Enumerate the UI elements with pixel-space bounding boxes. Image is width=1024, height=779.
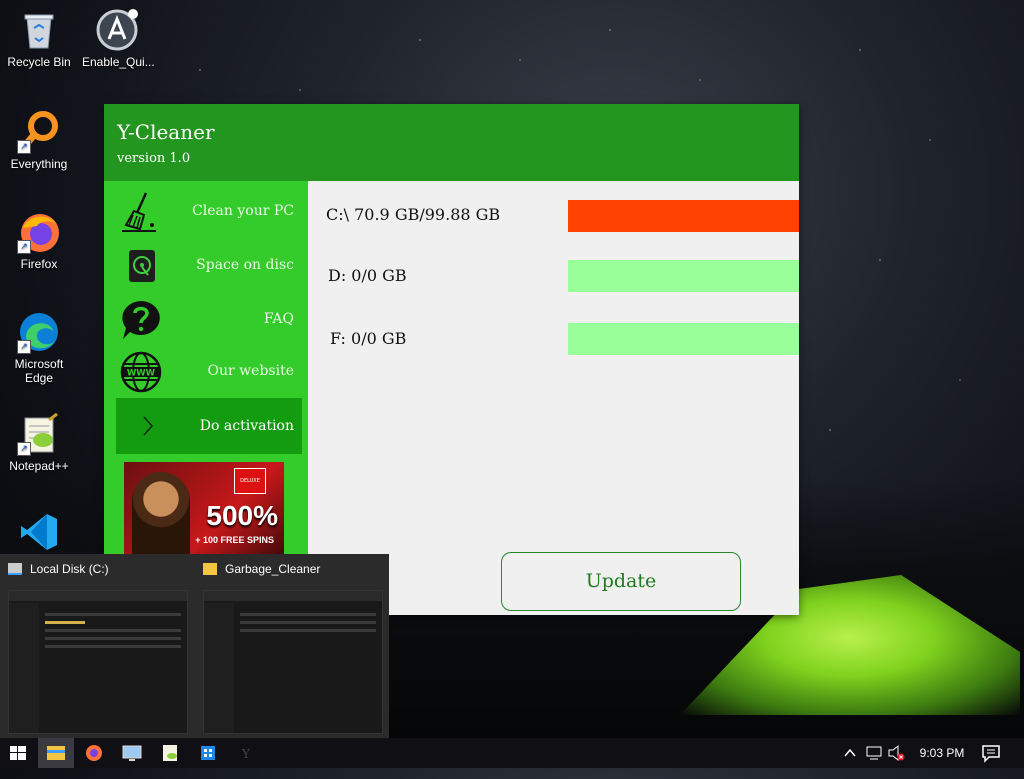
app-version: version 1.0 [117, 151, 191, 166]
preview-thumbnail [203, 590, 383, 734]
nav-faq[interactable]: FAQ [116, 293, 302, 345]
ad-subline: + 100 FREE SPINS [195, 535, 274, 545]
drive-icon [8, 563, 22, 575]
hard-drive-icon [120, 245, 162, 287]
taskbar: Y 9:03 PM [0, 738, 1024, 768]
magnifier-icon: ↗ [17, 110, 61, 154]
nav-our-website[interactable]: WWW Our website [116, 345, 302, 397]
desktop-icon-label: Firefox [20, 257, 58, 271]
nav-label: Clean your PC [192, 203, 294, 219]
drive-d-label: D: 0/0 GB [328, 266, 407, 285]
drive-f-label: F: 0/0 GB [330, 329, 407, 348]
desktop-icon-edge[interactable]: ↗ Microsoft Edge [4, 310, 74, 385]
taskbar-thumbnail-preview: Local Disk (C:) Garbage_Cleaner [0, 554, 389, 738]
nav-label: Do activation [199, 418, 294, 434]
taskbar-y-cleaner[interactable]: Y [228, 738, 264, 768]
vscode-icon [17, 510, 61, 554]
notifications-icon[interactable] [978, 738, 1004, 768]
shortcut-arrow-icon: ↗ [17, 140, 31, 154]
app-title: Y-Cleaner [117, 120, 215, 144]
casino-ad-banner[interactable]: DELUXE 500% + 100 FREE SPINS [124, 462, 284, 562]
y-cleaner-window: Y-Cleaner version 1.0 Clean your PC Spac… [104, 104, 799, 615]
svg-text:WWW: WWW [127, 369, 156, 379]
ad-headline: 500% [206, 500, 278, 531]
desktop-icon-notepadpp[interactable]: ↗ Notepad++ [4, 412, 74, 473]
nav-label: FAQ [263, 311, 294, 327]
taskbar-app-grid[interactable] [190, 738, 226, 768]
desktop-icon-recycle-bin[interactable]: Recycle Bin [4, 8, 74, 69]
nav-do-activation[interactable]: Do activation [116, 398, 302, 454]
preview-garbage-cleaner[interactable]: Garbage_Cleaner [195, 554, 389, 738]
recycle-bin-icon [17, 8, 61, 52]
start-button[interactable] [0, 738, 36, 768]
nav-label: Our website [207, 363, 294, 379]
taskbar-file-explorer[interactable] [38, 738, 74, 768]
app-header: Y-Cleaner version 1.0 [104, 104, 799, 181]
nav-label: Space on disc [196, 257, 294, 273]
volume-muted-icon[interactable] [886, 738, 906, 768]
taskbar-notepadpp[interactable] [152, 738, 188, 768]
desktop-icon-everything[interactable]: ↗ Everything [4, 110, 74, 171]
aimp-icon [95, 8, 139, 52]
drive-f-usage-bar [568, 323, 799, 355]
clock[interactable]: 9:03 PM [912, 738, 972, 768]
ad-character-image [132, 472, 190, 562]
preview-thumbnail [8, 590, 188, 734]
sidebar: Clean your PC Space on disc FAQ WWW Our … [104, 181, 308, 615]
preview-title: Garbage_Cleaner [225, 562, 321, 576]
preview-title: Local Disk (C:) [30, 562, 109, 576]
desktop-icon-label: Microsoft Edge [14, 357, 64, 385]
nav-clean-your-pc[interactable]: Clean your PC [116, 185, 302, 237]
shortcut-arrow-icon: ↗ [17, 442, 31, 456]
taskbar-firefox[interactable] [76, 738, 112, 768]
nav-space-on-disc[interactable]: Space on disc [116, 239, 302, 291]
folder-icon [203, 563, 217, 575]
desktop-icon-vscode[interactable] [4, 510, 74, 557]
svg-text:Y: Y [241, 747, 251, 761]
notepadpp-icon: ↗ [17, 412, 61, 456]
desktop-icon-label: Everything [10, 157, 68, 171]
broom-icon [120, 191, 162, 233]
desktop-icon-enable-quick[interactable]: Enable_Qui... [82, 8, 155, 69]
drive-c-usage-bar [568, 200, 799, 232]
www-globe-icon: WWW [120, 351, 162, 393]
update-button[interactable]: Update [501, 552, 741, 611]
drive-c-label: C:\ 70.9 GB/99.88 GB [326, 205, 501, 224]
chevron-right-icon [138, 412, 158, 440]
network-icon[interactable] [864, 738, 884, 768]
firefox-icon: ↗ [17, 210, 61, 254]
shortcut-arrow-icon: ↗ [17, 340, 31, 354]
desktop-icon-label: Notepad++ [9, 459, 69, 473]
drive-d-usage-bar [568, 260, 799, 292]
show-hidden-icons-chevron-up-icon[interactable] [842, 738, 858, 768]
desktop-icon-label: Enable_Qui... [82, 55, 155, 69]
ad-badge: DELUXE [234, 468, 266, 494]
preview-local-disk[interactable]: Local Disk (C:) [0, 554, 194, 738]
edge-icon: ↗ [17, 310, 61, 354]
taskbar-remote-desktop[interactable] [114, 738, 150, 768]
shortcut-arrow-icon: ↗ [17, 240, 31, 254]
question-icon [120, 299, 162, 341]
desktop-icon-label: Recycle Bin [7, 55, 71, 69]
desktop-icon-firefox[interactable]: ↗ Firefox [4, 210, 74, 271]
